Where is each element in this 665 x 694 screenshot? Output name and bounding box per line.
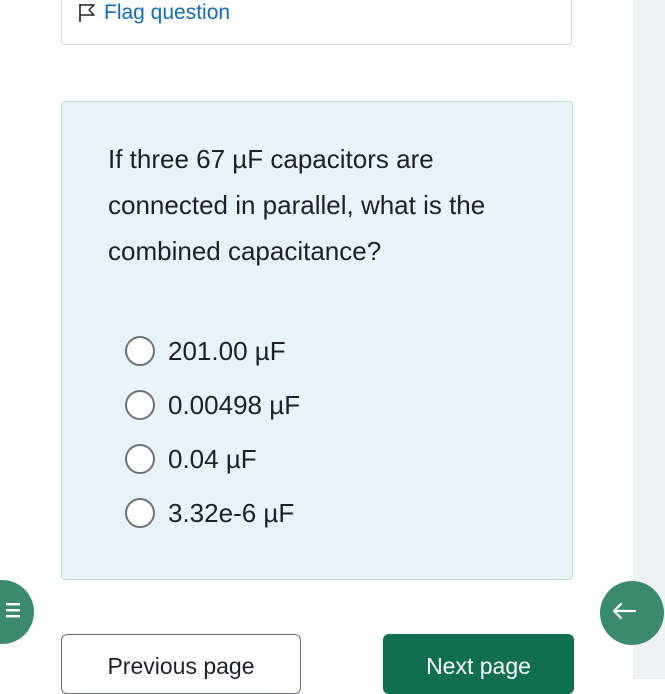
next-page-button[interactable]: Next page <box>383 634 574 694</box>
back-button[interactable] <box>600 581 664 645</box>
answer-options: 201.00 µF 0.00498 µF 0.04 µF 3.32e-6 µF <box>125 324 300 540</box>
flag-question-label: Flag question <box>104 1 231 24</box>
arrow-left-icon <box>611 601 637 626</box>
answer-option[interactable]: 201.00 µF <box>125 324 300 378</box>
answer-option-label: 0.04 µF <box>168 443 257 474</box>
answer-option[interactable]: 0.04 µF <box>125 432 300 486</box>
radio-button[interactable] <box>125 390 155 420</box>
flag-outline-icon <box>78 3 96 23</box>
right-side-panel <box>633 0 665 679</box>
question-text: If three 67 µF capacitors are connected … <box>108 144 486 266</box>
answer-option-label: 0.00498 µF <box>168 389 301 420</box>
question-card: If three 67 µF capacitors are connected … <box>61 101 573 580</box>
answer-option-label: 201.00 µF <box>168 335 286 366</box>
menu-icon <box>6 600 20 625</box>
radio-button[interactable] <box>125 444 155 474</box>
question-info-card: Flag question <box>61 0 572 45</box>
radio-button[interactable] <box>125 336 155 366</box>
answer-option[interactable]: 0.00498 µF <box>125 378 300 432</box>
open-drawer-button[interactable] <box>0 580 34 644</box>
flag-question-link[interactable]: Flag question <box>78 1 230 25</box>
radio-button[interactable] <box>125 498 155 528</box>
answer-option-label: 3.32e-6 µF <box>168 497 295 528</box>
answer-option[interactable]: 3.32e-6 µF <box>125 486 300 540</box>
previous-page-button[interactable]: Previous page <box>61 634 301 694</box>
